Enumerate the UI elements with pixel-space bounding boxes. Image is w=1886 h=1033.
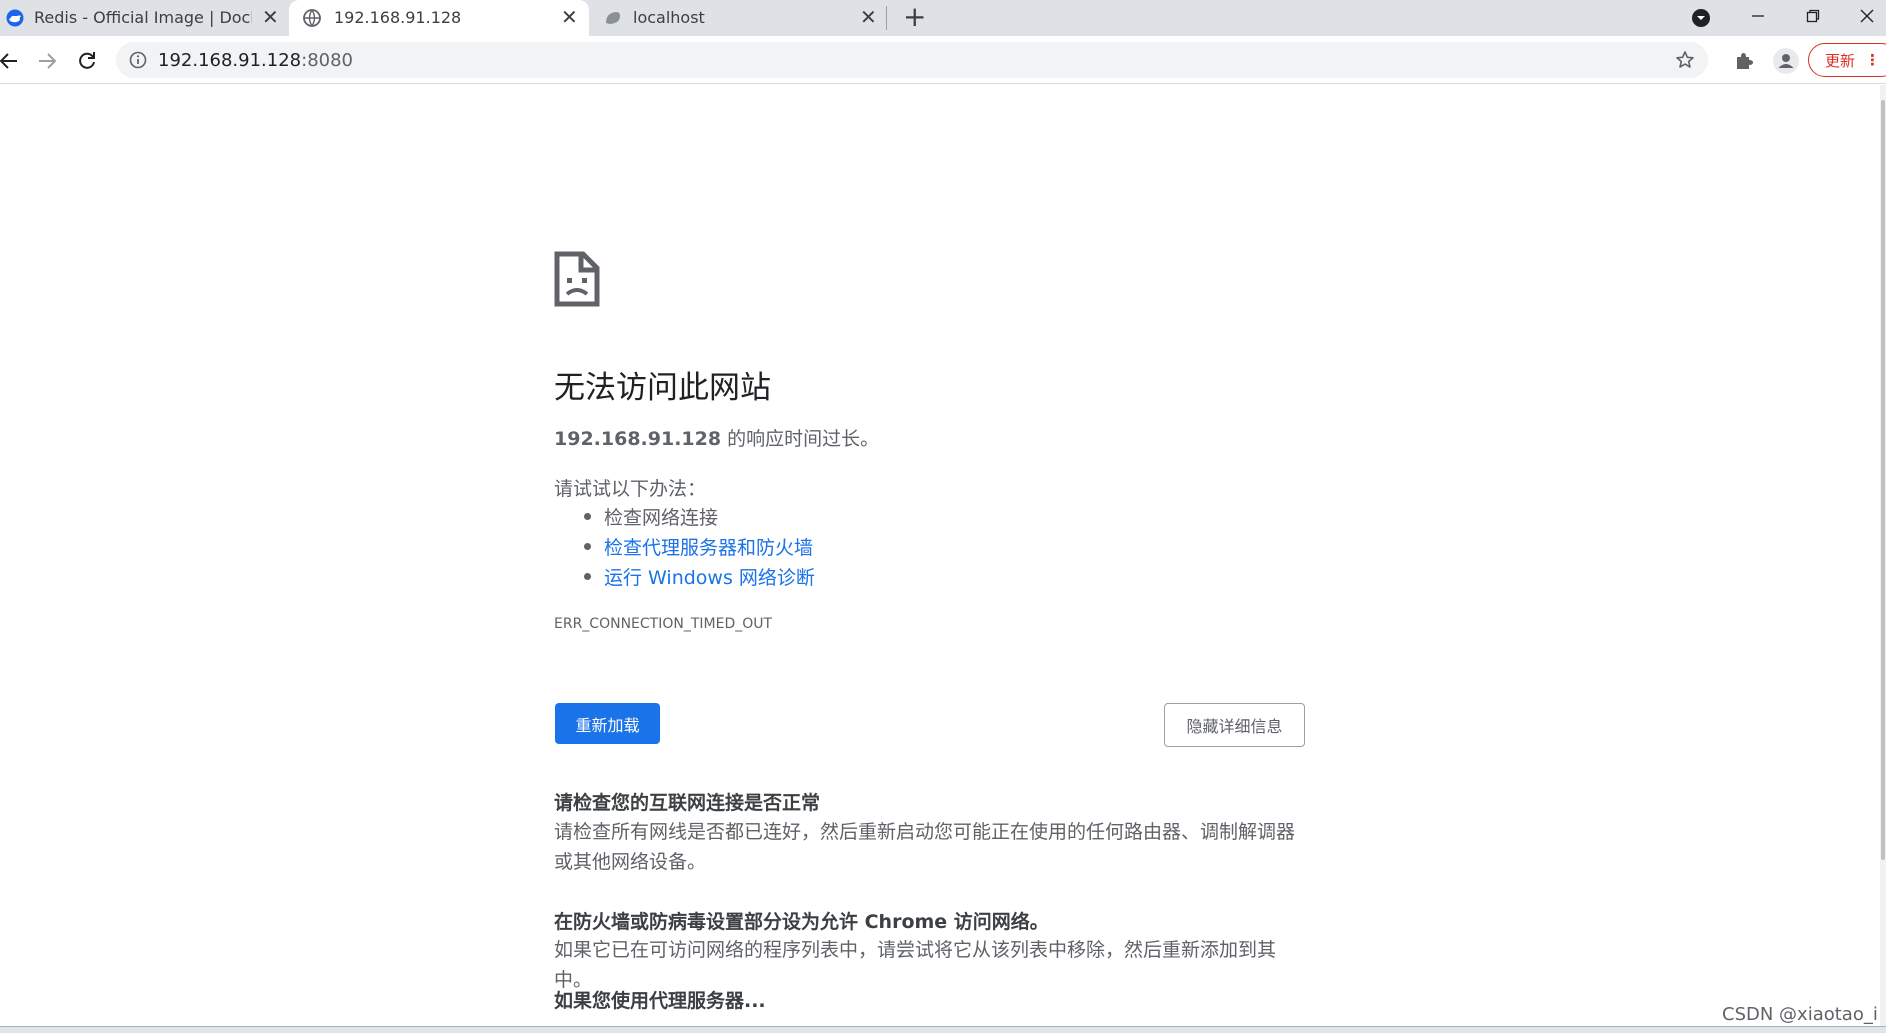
close-tab-icon[interactable]: ✕ bbox=[561, 7, 578, 27]
suggestion-check-proxy-link[interactable]: 检查代理服务器和防火墙 bbox=[604, 537, 813, 559]
suggestion-run-diagnostics-link[interactable]: 运行 Windows 网络诊断 bbox=[604, 567, 815, 589]
url-host: 192.168.91.128 bbox=[158, 50, 302, 71]
browser-toolbar: 192.168.91.128:8080 更新 ⋮ bbox=[0, 36, 1886, 84]
hide-details-button[interactable]: 隐藏详细信息 bbox=[1164, 703, 1305, 747]
tab-strip: Redis - Official Image | Docker ✕ 192.16… bbox=[0, 0, 1886, 36]
tab-separator bbox=[886, 6, 887, 30]
section-body-connection: 请检查所有网线是否都已连好，然后重新启动您可能正在使用的任何路由器、调制解调器或… bbox=[554, 821, 1296, 873]
tab-title: 192.168.91.128 bbox=[334, 8, 462, 27]
error-cause-text: 的响应时间过长。 bbox=[721, 428, 880, 450]
address-bar[interactable]: 192.168.91.128:8080 bbox=[116, 42, 1708, 78]
sad-page-icon bbox=[554, 251, 600, 307]
minimize-button[interactable] bbox=[1738, 0, 1778, 32]
close-window-button[interactable] bbox=[1848, 0, 1886, 32]
forward-button[interactable] bbox=[34, 48, 60, 74]
reload-button[interactable] bbox=[74, 48, 100, 74]
scrollbar-thumb[interactable] bbox=[1881, 100, 1885, 860]
arrow-left-icon bbox=[0, 53, 17, 69]
error-host: 192.168.91.128 bbox=[554, 428, 722, 450]
profile-button[interactable] bbox=[1771, 46, 1801, 76]
new-tab-button[interactable]: + bbox=[903, 3, 926, 31]
close-icon bbox=[1860, 9, 1874, 23]
extensions-button[interactable] bbox=[1731, 48, 1757, 74]
avatar-icon bbox=[1773, 48, 1799, 74]
generic-page-icon bbox=[604, 9, 622, 31]
url-port: :8080 bbox=[301, 50, 354, 71]
section-title-firewall: 在防火墙或防病毒设置部分设为允许 Chrome 访问网络。 bbox=[554, 911, 1049, 933]
puzzle-icon bbox=[1737, 53, 1753, 69]
watermark: CSDN @xiaotao_i bbox=[1722, 1004, 1878, 1025]
restore-icon bbox=[1806, 9, 1820, 23]
update-label: 更新 bbox=[1825, 51, 1856, 70]
refresh-icon bbox=[79, 52, 95, 69]
suggestion-list: 检查网络连接 检查代理服务器和防火墙 运行 Windows 网络诊断 bbox=[584, 503, 815, 593]
restore-button[interactable] bbox=[1793, 0, 1833, 32]
section-title-proxy: 如果您使用代理服务器... bbox=[554, 990, 766, 1012]
window-bottom-edge bbox=[0, 1026, 1886, 1033]
url-text: 192.168.91.128:8080 bbox=[158, 50, 353, 71]
update-button[interactable]: 更新 ⋮ bbox=[1808, 43, 1886, 77]
suggestion-item: 检查网络连接 bbox=[584, 503, 815, 533]
minimize-icon bbox=[1752, 15, 1764, 17]
back-button[interactable] bbox=[0, 48, 22, 74]
suggestion-check-network: 检查网络连接 bbox=[604, 507, 719, 529]
docker-whale-icon bbox=[6, 9, 24, 31]
close-tab-icon[interactable]: ✕ bbox=[860, 7, 877, 27]
suggestion-item: 运行 Windows 网络诊断 bbox=[584, 563, 815, 593]
error-page: 无法访问此网站 192.168.91.128 的响应时间过长。 请试试以下办法：… bbox=[0, 85, 1886, 1033]
tab-192-168-91-128[interactable]: 192.168.91.128 ✕ bbox=[289, 0, 589, 36]
error-heading: 无法访问此网站 bbox=[554, 370, 771, 406]
error-cause: 192.168.91.128 的响应时间过长。 bbox=[554, 424, 879, 451]
error-code: ERR_CONNECTION_TIMED_OUT bbox=[554, 616, 773, 632]
chevron-down-circle-icon bbox=[1692, 9, 1710, 27]
bookmark-star-icon[interactable] bbox=[1675, 50, 1695, 74]
tab-title: Redis - Official Image | Docker bbox=[34, 8, 252, 27]
globe-icon bbox=[303, 9, 321, 31]
tab-redis-docker[interactable]: Redis - Official Image | Docker ✕ bbox=[0, 0, 286, 36]
info-icon[interactable] bbox=[129, 51, 147, 73]
tab-search-button[interactable] bbox=[1686, 2, 1716, 34]
tab-title: localhost bbox=[633, 8, 705, 27]
close-tab-icon[interactable]: ✕ bbox=[262, 7, 279, 27]
reload-page-button[interactable]: 重新加载 bbox=[555, 703, 660, 744]
suggestion-item: 检查代理服务器和防火墙 bbox=[584, 533, 815, 563]
more-vert-icon: ⋮ bbox=[1865, 51, 1881, 69]
arrow-right-icon bbox=[39, 53, 57, 69]
section-title-connection: 请检查您的互联网连接是否正常 bbox=[554, 792, 821, 814]
try-label: 请试试以下办法： bbox=[554, 478, 707, 500]
tab-localhost[interactable]: localhost ✕ bbox=[590, 0, 886, 36]
